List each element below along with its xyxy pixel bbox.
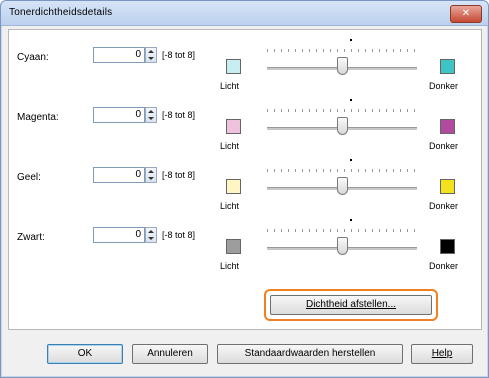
arrow-down-icon[interactable] [148, 117, 154, 120]
slider-ticks [267, 169, 417, 172]
dark-swatch-geel [440, 179, 455, 194]
arrow-up-icon[interactable] [148, 230, 154, 233]
ok-button[interactable]: OK [47, 344, 123, 364]
slider-ticks [267, 229, 417, 232]
geel-slider-thumb[interactable] [337, 177, 348, 195]
magenta-value-input[interactable]: 0 [93, 107, 145, 123]
cancel-button[interactable]: Annuleren [132, 344, 208, 364]
magenta-spin-buttons[interactable] [145, 107, 157, 123]
row-magenta: Magenta: 0 [-8 tot 8] Licht Donker [9, 90, 481, 151]
slider-ticks [267, 49, 417, 52]
row-cyaan: Cyaan: 0 [-8 tot 8] Licht Donker [9, 30, 481, 91]
geel-spin-buttons[interactable] [145, 167, 157, 183]
range-label: [-8 tot 8] [162, 50, 196, 60]
arrow-up-icon[interactable] [148, 110, 154, 113]
range-label: [-8 tot 8] [162, 170, 196, 180]
close-icon: ✕ [461, 8, 471, 19]
arrow-down-icon[interactable] [148, 57, 154, 60]
slider-ticks [267, 109, 417, 112]
geel-value-input[interactable]: 0 [93, 167, 145, 183]
arrow-down-icon[interactable] [148, 237, 154, 240]
help-button[interactable]: Help [411, 344, 473, 364]
zwart-slider-thumb[interactable] [337, 237, 348, 255]
title-bar[interactable]: Tonerdichtheidsdetails ✕ [1, 1, 488, 26]
cyaan-stepper[interactable]: 0 [93, 47, 159, 65]
magenta-slider-thumb[interactable] [337, 117, 348, 135]
zwart-value-input[interactable]: 0 [93, 227, 145, 243]
row-geel: Geel: 0 [-8 tot 8] Licht Donker [9, 150, 481, 211]
light-swatch-cyaan [226, 59, 241, 74]
slider-center-marker [350, 219, 352, 221]
cancel-label: Annuleren [147, 348, 193, 359]
cyaan-spin-buttons[interactable] [145, 47, 157, 63]
light-swatch-zwart [226, 239, 241, 254]
arrow-up-icon[interactable] [148, 50, 154, 53]
geel-stepper[interactable]: 0 [93, 167, 159, 185]
slider-center-marker [350, 99, 352, 101]
range-label: [-8 tot 8] [162, 110, 196, 120]
zwart-spin-buttons[interactable] [145, 227, 157, 243]
label-geel: Geel: [17, 172, 41, 183]
light-swatch-geel [226, 179, 241, 194]
cyaan-value-input[interactable]: 0 [93, 47, 145, 63]
arrow-up-icon[interactable] [148, 170, 154, 173]
label-cyaan: Cyaan: [17, 52, 49, 63]
row-zwart: Zwart: 0 [-8 tot 8] Licht Donker [9, 210, 481, 271]
light-label: Licht [220, 261, 240, 271]
range-label: [-8 tot 8] [162, 230, 196, 240]
light-swatch-magenta [226, 119, 241, 134]
restore-defaults-label: Standaardwaarden herstellen [244, 348, 376, 359]
ok-label: OK [77, 348, 93, 359]
density-adjust-button[interactable]: Dichtheid afstellen... [270, 295, 432, 315]
help-label: Help [431, 348, 453, 359]
label-magenta: Magenta: [17, 112, 59, 123]
dark-swatch-zwart [440, 239, 455, 254]
dialog-window: Tonerdichtheidsdetails ✕ Cyaan: 0 [-8 to… [0, 0, 489, 378]
close-button[interactable]: ✕ [450, 5, 482, 23]
slider-center-marker [350, 159, 352, 161]
density-adjust-label: Dichtheid afstellen... [305, 299, 397, 310]
dark-swatch-cyaan [440, 59, 455, 74]
settings-panel: Cyaan: 0 [-8 tot 8] Licht Donker Magenta… [8, 29, 482, 330]
label-zwart: Zwart: [17, 232, 45, 243]
dark-label: Donker [429, 261, 459, 271]
arrow-down-icon[interactable] [148, 177, 154, 180]
zwart-stepper[interactable]: 0 [93, 227, 159, 245]
restore-defaults-button[interactable]: Standaardwaarden herstellen [217, 344, 403, 364]
magenta-stepper[interactable]: 0 [93, 107, 159, 125]
cyaan-slider-thumb[interactable] [337, 57, 348, 75]
dark-swatch-magenta [440, 119, 455, 134]
window-title: Tonerdichtheidsdetails [9, 7, 113, 18]
slider-center-marker [350, 39, 352, 41]
